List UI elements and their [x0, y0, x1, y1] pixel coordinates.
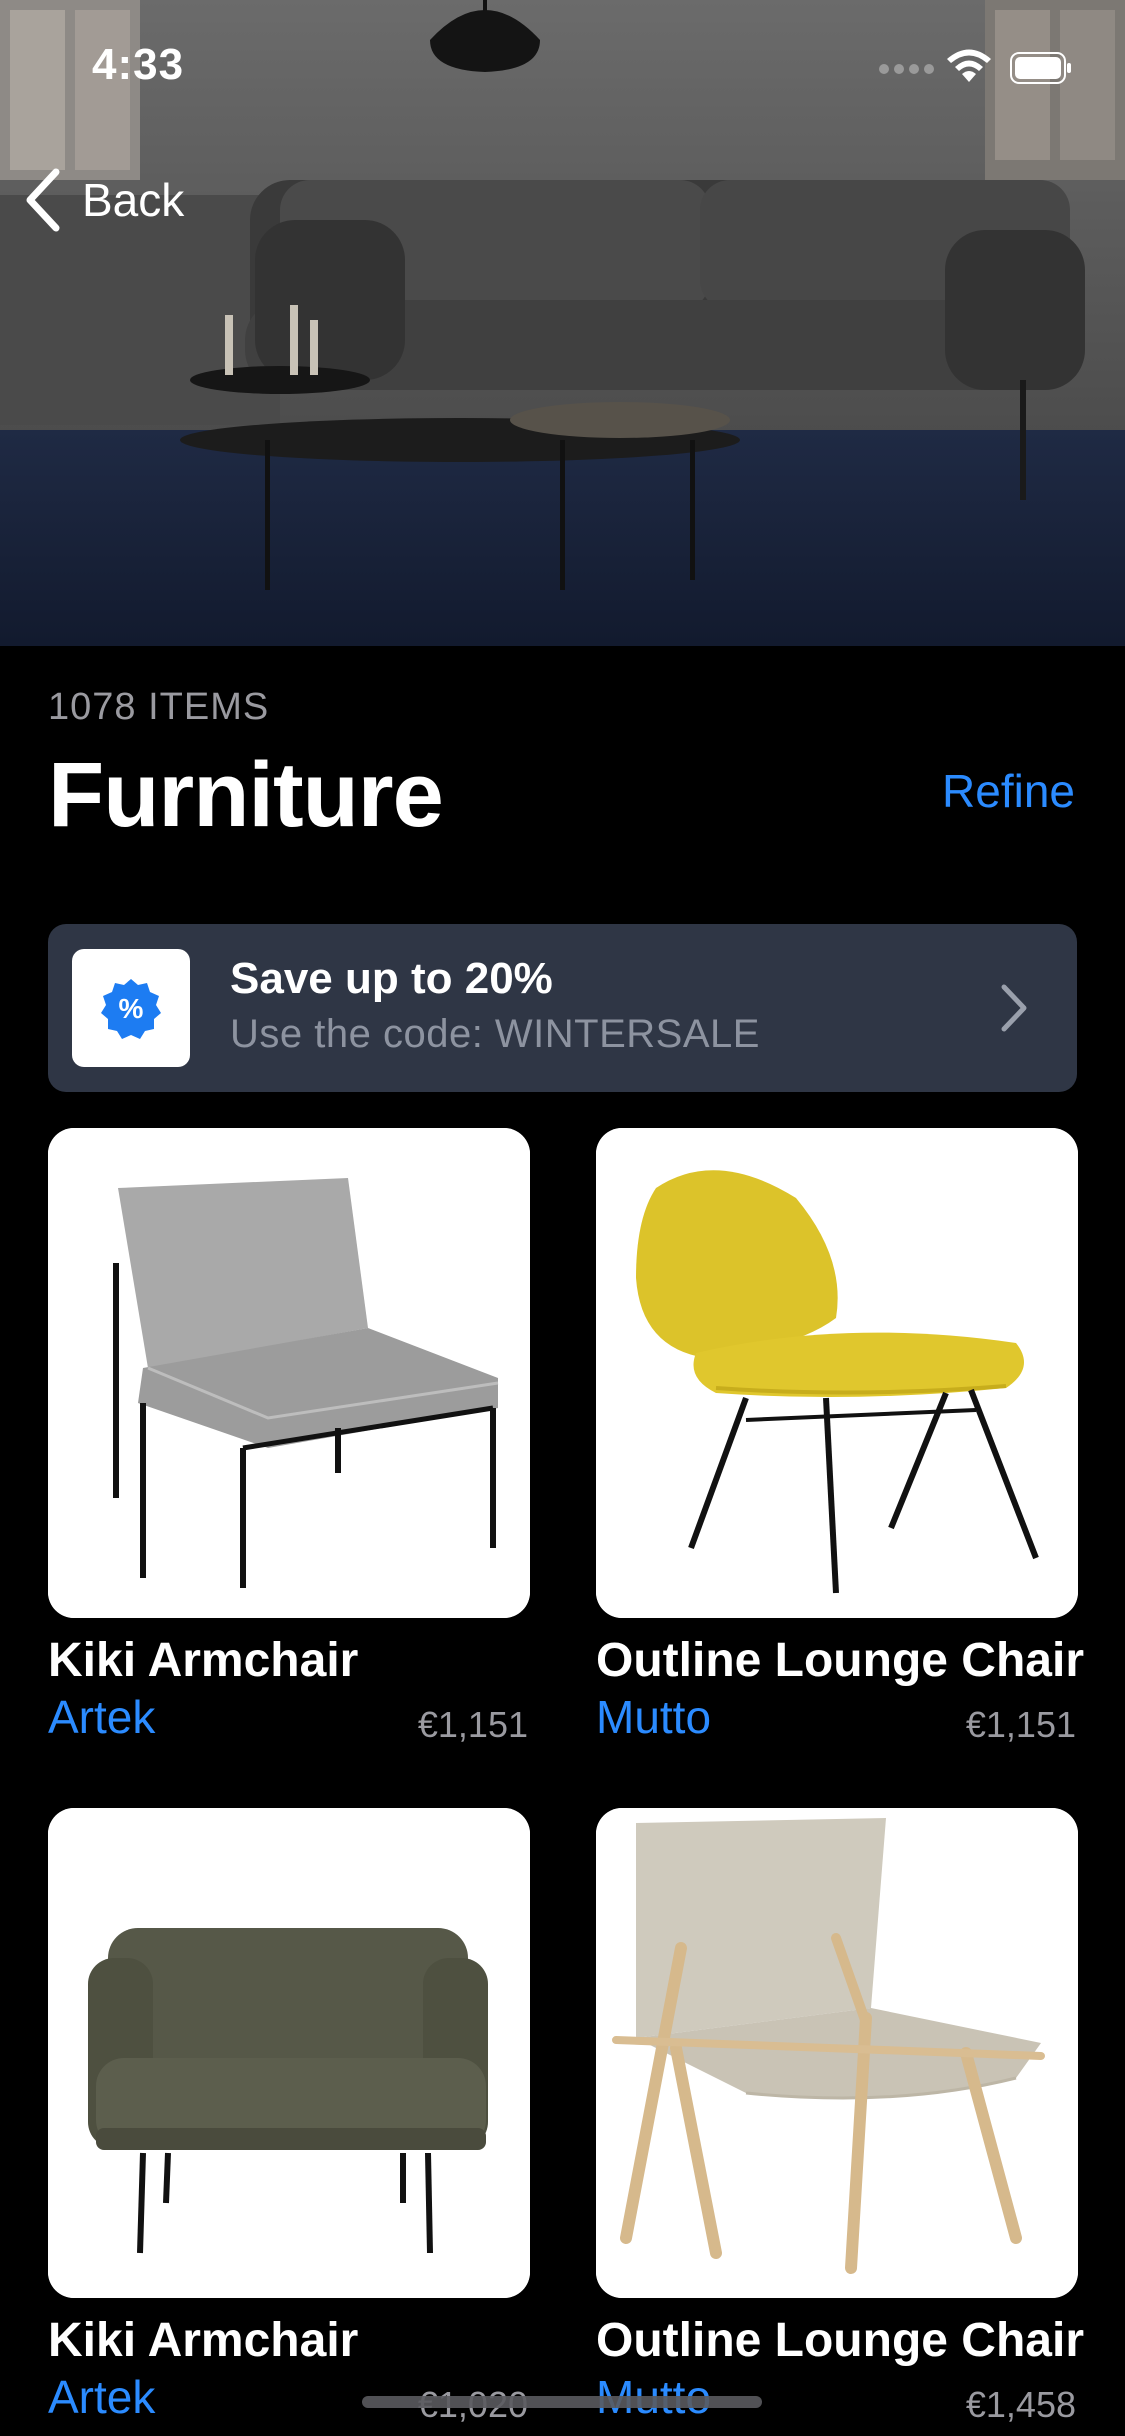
product-name: Kiki Armchair — [48, 2314, 359, 2367]
status-bar: 4:33 — [0, 0, 1125, 132]
refine-button[interactable]: Refine — [942, 764, 1075, 818]
product-image — [596, 1128, 1078, 1618]
battery-icon — [1010, 52, 1071, 84]
product-name: Outline Lounge Chair — [596, 2314, 1084, 2367]
product-card[interactable]: Outline Lounge Chair Mutto €1,458 — [596, 1808, 1084, 2428]
product-price: €1,151 — [417, 1704, 528, 1745]
product-price: €1,151 — [965, 1704, 1076, 1745]
grey-armchair-image — [48, 1128, 530, 1618]
cellular-signal-icon — [879, 64, 934, 74]
percent-badge-icon: % — [101, 979, 161, 1039]
product-name: Kiki Armchair — [48, 1634, 359, 1687]
status-time: 4:33 — [92, 40, 185, 89]
promo-icon-box: % — [72, 949, 190, 1067]
product-brand[interactable]: Artek — [48, 1690, 155, 1744]
chevron-right-icon — [1001, 984, 1027, 1032]
olive-armchair-image — [48, 1808, 530, 2298]
product-image — [596, 1808, 1078, 2298]
promo-banner[interactable]: % Save up to 20% Use the code: WINTERSAL… — [48, 924, 1077, 1092]
home-indicator[interactable] — [362, 2396, 762, 2408]
promo-title: Save up to 20% — [230, 954, 553, 1003]
product-brand[interactable]: Mutto — [596, 1690, 711, 1744]
product-card[interactable]: Kiki Armchair Artek €1,151 — [48, 1128, 530, 1748]
chevron-left-icon — [26, 168, 60, 232]
back-label: Back — [82, 174, 185, 226]
page-title: Furniture — [48, 744, 444, 846]
product-card[interactable]: Outline Lounge Chair Mutto €1,151 — [596, 1128, 1084, 1748]
product-meta: Artek €1,151 — [48, 1690, 530, 1748]
product-image — [48, 1808, 530, 2298]
product-price: €1,458 — [965, 2384, 1076, 2425]
product-meta: Mutto €1,151 — [596, 1690, 1078, 1748]
wooden-lounge-chair-image — [596, 1808, 1078, 2298]
product-card[interactable]: Kiki Armchair Artek €1,020 — [48, 1808, 530, 2428]
items-count: 1078 ITEMS — [48, 686, 270, 728]
product-brand[interactable]: Artek — [48, 2370, 155, 2424]
yellow-lounge-chair-image — [596, 1128, 1078, 1618]
wifi-icon — [947, 49, 991, 82]
svg-text:%: % — [119, 993, 144, 1024]
back-button[interactable]: Back — [20, 160, 184, 240]
promo-subtitle: Use the code: WINTERSALE — [230, 1012, 760, 1056]
product-name: Outline Lounge Chair — [596, 1634, 1084, 1687]
hero-image: 4:33 Back — [0, 0, 1125, 646]
product-image — [48, 1128, 530, 1618]
